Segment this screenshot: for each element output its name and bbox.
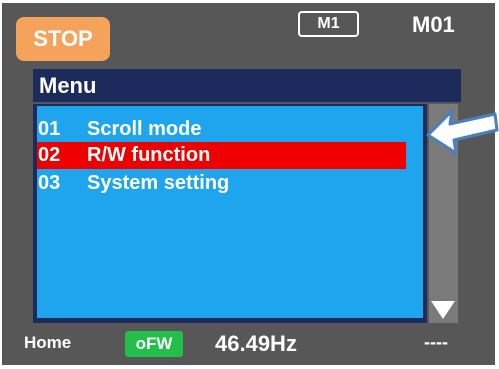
menu-title: Menu [33,69,461,102]
direction-badge-label: oFW [135,334,173,353]
menu-item-number: 03 [38,172,61,194]
stop-button[interactable]: STOP [16,17,110,61]
menu-item-number: 01 [38,118,61,140]
menu-item-number: 02 [38,144,61,166]
triangle-down-icon[interactable] [431,301,455,319]
direction-badge: oFW [125,331,183,357]
menu-list: 01 Scroll mode 02 R/W function 03 System… [37,106,423,318]
menu-panel: 01 Scroll mode 02 R/W function 03 System… [33,104,427,323]
menu-item-label: Scroll mode [87,118,202,140]
menu-item-label: System setting [87,172,230,194]
status-bar: Home oFW 46.49Hz ---- [2,325,495,365]
stop-button-label: STOP [33,26,93,51]
menu-item-label: R/W function [87,144,211,166]
menu-item-system-setting[interactable]: 03 System setting [37,170,406,197]
mode-indicator-label: M1 [317,15,340,32]
left-arrow-icon [426,109,499,155]
home-label: Home [24,333,72,352]
mode-indicator: M1 [298,11,359,37]
frequency-readout: 46.49Hz [215,331,297,356]
extra-readout: ---- [424,332,448,352]
keypad-display: STOP M1 M01 Menu 01 Scroll mode 02 R/W f… [2,3,495,365]
menu-item-rw-function[interactable]: 02 R/W function [37,142,406,169]
menu-item-scroll-mode[interactable]: 01 Scroll mode [37,116,406,143]
monitor-code: M01 [412,12,455,37]
